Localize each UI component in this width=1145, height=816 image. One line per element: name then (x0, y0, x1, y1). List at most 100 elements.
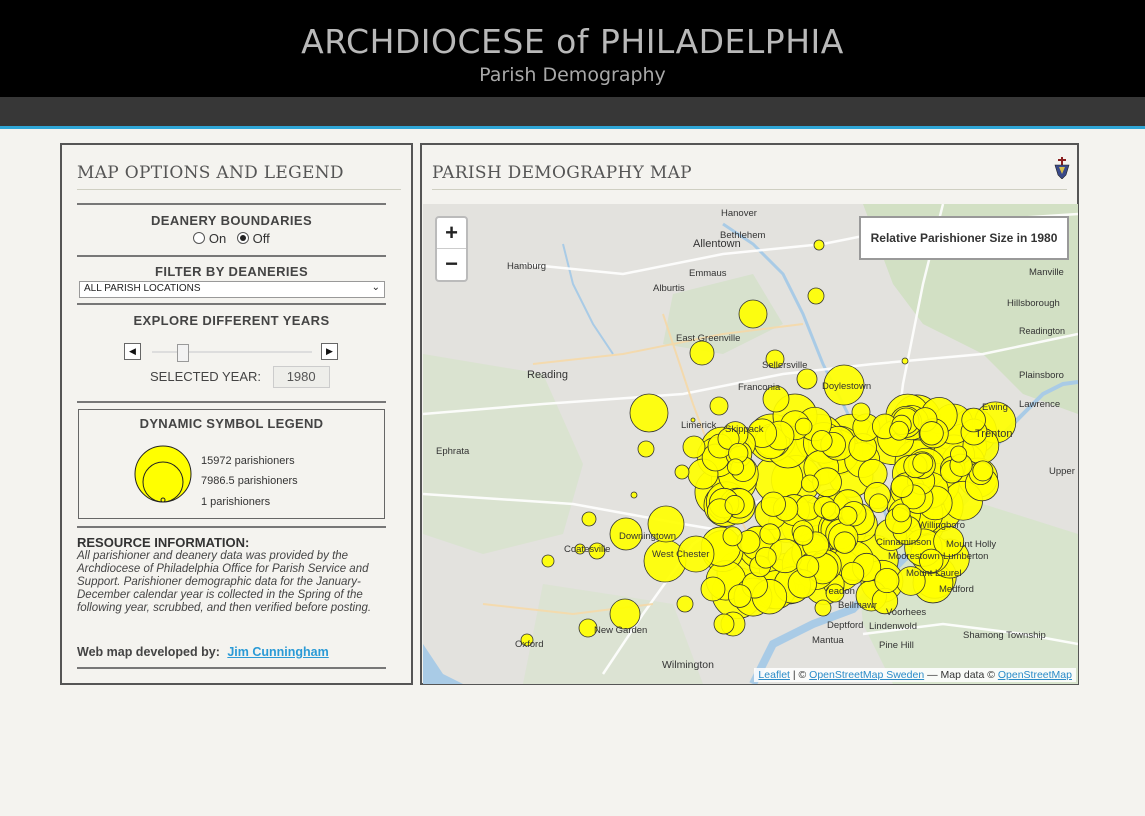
deanery-boundaries-heading: DEANERY BOUNDARIES (150, 213, 313, 228)
parish-marker[interactable] (713, 613, 735, 635)
parish-marker[interactable] (637, 440, 655, 458)
next-year-button[interactable]: ▶ (321, 343, 338, 360)
parish-marker[interactable] (676, 595, 694, 613)
place-label: Downingtown (619, 531, 677, 542)
site-title: ARCHDIOCESE of PHILADELPHIA (301, 22, 844, 61)
parish-marker[interactable] (727, 584, 752, 608)
place-label: Skippack (725, 424, 764, 435)
place-label: Hanover (721, 208, 757, 219)
place-label: Emmaus (689, 268, 727, 279)
parish-marker[interactable] (722, 526, 743, 547)
parish-marker[interactable] (793, 525, 814, 546)
divider (77, 526, 386, 528)
parish-marker[interactable] (796, 554, 820, 578)
resource-heading: RESOURCE INFORMATION: (77, 535, 250, 550)
place-label: Wilmington (662, 659, 714, 671)
parish-marker[interactable] (755, 546, 777, 569)
nav-bar (0, 97, 1145, 129)
parish-marker[interactable] (912, 452, 934, 474)
parish-marker[interactable] (833, 531, 856, 554)
year-slider-handle[interactable] (177, 344, 189, 362)
parish-marker[interactable] (727, 458, 744, 476)
parish-marker[interactable] (581, 511, 597, 527)
parish-marker[interactable] (682, 435, 706, 459)
parish-marker[interactable] (796, 368, 818, 390)
parish-marker[interactable] (841, 561, 865, 586)
selected-year-label: SELECTED YEAR: (150, 369, 262, 384)
developer-credit: Web map developed by: Jim Cunningham (77, 645, 329, 659)
deanery-filter-value: ALL PARISH LOCATIONS (84, 283, 201, 294)
place-label: Doylestown (822, 381, 872, 392)
parish-marker[interactable] (901, 357, 909, 365)
year-slider-track[interactable] (152, 344, 312, 362)
parish-marker[interactable] (972, 460, 994, 482)
place-label: Willingboro (918, 520, 965, 531)
map-panel: PARISH DEMOGRAPHY MAP Hanover Bethlehem … (420, 143, 1079, 685)
archdiocese-crest-icon (1054, 157, 1070, 179)
place-label: Voorhees (886, 607, 927, 618)
year-slider-group: ◀ ▶ (124, 343, 339, 363)
parish-marker[interactable] (629, 393, 669, 433)
place-label: Sellersville (762, 360, 808, 371)
place-label: Readington (1019, 326, 1066, 336)
place-label: Ewing (982, 402, 1008, 413)
parish-marker[interactable] (891, 503, 911, 523)
parish-marker[interactable] (541, 554, 555, 568)
radio-on[interactable] (193, 232, 206, 244)
parish-marker[interactable] (919, 421, 944, 446)
parish-marker[interactable] (950, 445, 968, 463)
place-label: Limerick (681, 420, 717, 431)
parish-marker[interactable] (820, 501, 841, 521)
parish-marker[interactable] (709, 396, 729, 416)
parish-marker[interactable] (689, 340, 715, 366)
map-canvas[interactable] (423, 204, 1078, 684)
parish-marker[interactable] (700, 576, 726, 602)
parish-marker[interactable] (814, 599, 832, 617)
place-label: Yeadon (823, 586, 855, 597)
place-label: Bellmawr (838, 600, 878, 611)
parish-marker[interactable] (759, 523, 781, 545)
developer-link[interactable]: Jim Cunningham (227, 645, 328, 659)
parish-marker[interactable] (807, 287, 825, 305)
place-label: Allentown (693, 238, 741, 250)
place-label: Lindenwold (869, 621, 918, 632)
parish-marker[interactable] (800, 474, 819, 493)
parish-marker[interactable] (889, 420, 909, 441)
parish-marker[interactable] (868, 493, 889, 514)
zoom-in-button[interactable]: + (437, 218, 466, 249)
deanery-filter-select[interactable]: ALL PARISH LOCATIONS ⌄ (79, 281, 385, 298)
parish-marker[interactable] (794, 417, 813, 436)
osm-sweden-link[interactable]: OpenStreetMap Sweden (809, 669, 924, 681)
resource-body: All parishioner and deanery data was pro… (77, 550, 372, 614)
parish-marker[interactable] (810, 430, 833, 452)
parish-marker[interactable] (890, 475, 914, 498)
leaflet-link[interactable]: Leaflet (758, 669, 790, 681)
parish-marker[interactable] (630, 491, 638, 499)
place-label: Lumberton (943, 551, 989, 562)
divider (77, 255, 386, 257)
parish-marker[interactable] (724, 495, 745, 516)
zoom-out-button[interactable]: − (437, 249, 466, 280)
developer-label: Web map developed by: (77, 645, 220, 659)
place-label: Trenton (975, 428, 1013, 440)
radio-off[interactable] (237, 232, 250, 244)
parish-marker[interactable] (738, 299, 768, 329)
parish-marker[interactable] (874, 567, 900, 594)
osm-link[interactable]: OpenStreetMap (998, 669, 1072, 681)
filter-heading: FILTER BY DEANERIES (154, 264, 309, 279)
parish-marker[interactable] (760, 491, 786, 517)
site-subtitle: Parish Demography (479, 64, 666, 86)
previous-year-button[interactable]: ◀ (124, 343, 141, 360)
place-label: East Greenville (676, 333, 741, 344)
radio-on-label: On (208, 231, 227, 246)
place-label: Oxford (515, 639, 544, 650)
parish-map[interactable]: Hanover Bethlehem Allentown Hamburg Emma… (423, 204, 1078, 684)
legend-circle-small (160, 497, 166, 503)
parish-marker[interactable] (837, 506, 858, 526)
place-label: Lawrence (1019, 399, 1061, 410)
parish-marker[interactable] (851, 402, 871, 422)
place-label: Plainsboro (1019, 370, 1064, 381)
attribution-text: | © (789, 669, 810, 681)
parish-marker[interactable] (813, 239, 825, 251)
parish-marker[interactable] (674, 464, 690, 480)
